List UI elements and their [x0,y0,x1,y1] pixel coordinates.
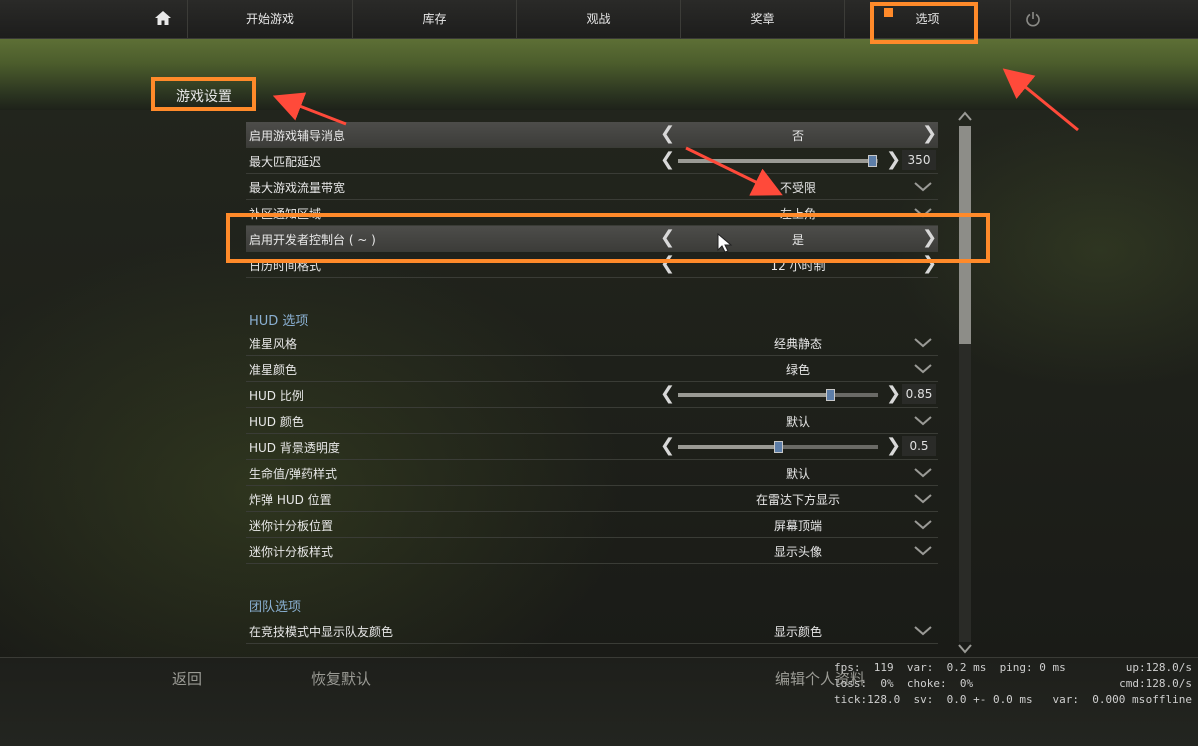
mouse-cursor-icon [717,232,733,253]
arrow-to-dev-console [685,146,783,196]
annotation-arrows [272,68,1079,196]
arrow-to-section-title [272,92,347,126]
arrow-to-options [1002,68,1079,132]
